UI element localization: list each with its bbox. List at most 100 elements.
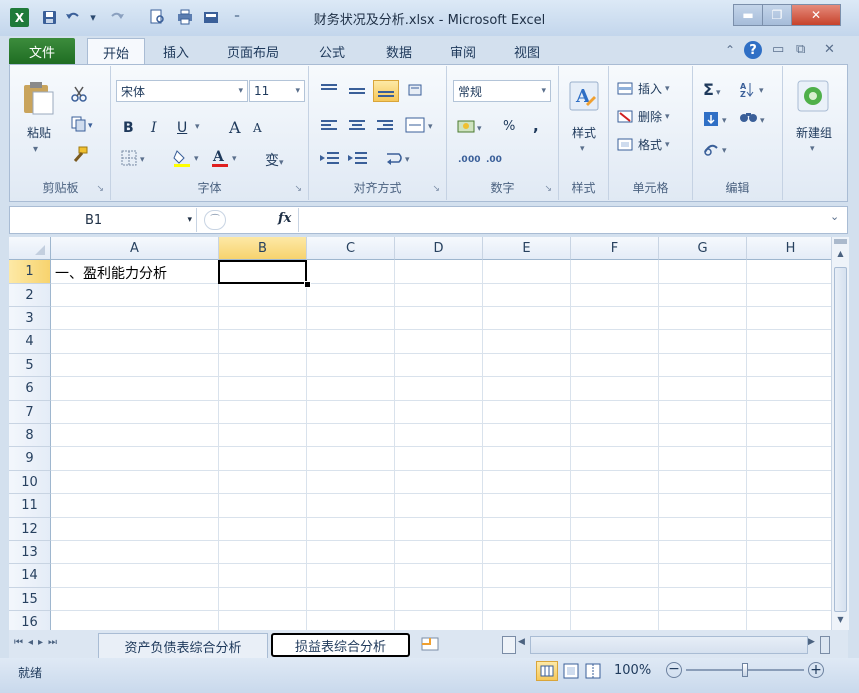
fill-handle[interactable]	[304, 281, 311, 288]
page-layout-view-icon[interactable]	[562, 662, 580, 683]
fill-color-icon[interactable]: ▾	[173, 148, 203, 171]
close-button[interactable]: ✕	[791, 4, 841, 26]
autosum-dropdown-icon[interactable]: ▾	[716, 88, 721, 98]
tab-review[interactable]: 审阅	[436, 38, 490, 64]
styles-button[interactable]: 样式	[559, 124, 609, 141]
zoom-out-button[interactable]: −	[666, 662, 682, 678]
underline-button[interactable]: U	[177, 120, 187, 136]
delete-dropdown-icon[interactable]: ▾	[665, 112, 670, 122]
maximize-button[interactable]: ❐	[762, 4, 792, 26]
paste-dropdown-icon[interactable]: ▾	[33, 144, 38, 155]
insert-sheet-icon[interactable]	[420, 635, 442, 656]
font-color-icon[interactable]: A ▾	[211, 148, 241, 171]
column-header-a[interactable]: A	[51, 237, 219, 260]
vertical-scrollbar[interactable]: ▲ ▼	[831, 237, 849, 630]
cell-a1[interactable]: 一、盈利能力分析	[55, 263, 167, 283]
bold-button[interactable]: B	[123, 120, 134, 136]
find-select-icon[interactable]: ▾	[739, 110, 771, 131]
wrap-text-icon[interactable]: ▾	[385, 150, 415, 169]
font-name-dropdown-icon[interactable]: ▾	[238, 86, 243, 96]
tab-home[interactable]: 开始	[87, 38, 145, 65]
minimize-ribbon-icon[interactable]: ⌃	[722, 42, 738, 58]
minimize-button[interactable]: ▬	[733, 4, 763, 26]
row-header-7[interactable]: 7	[9, 401, 51, 424]
row-header-5[interactable]: 5	[9, 354, 51, 377]
wen-dropdown-icon[interactable]: ▾	[279, 158, 284, 168]
percent-button[interactable]: %	[503, 119, 515, 134]
workbook-restore-icon[interactable]: ⧉	[796, 42, 805, 57]
comma-button[interactable]: ,	[533, 117, 539, 135]
zoom-slider-thumb[interactable]	[742, 663, 748, 677]
wen-button[interactable]: 变▾	[265, 150, 284, 170]
align-right-icon[interactable]	[375, 118, 395, 137]
dialog-launcher-icon[interactable]: ↘	[96, 184, 104, 194]
tab-page-layout[interactable]: 页面布局	[216, 38, 290, 64]
insert-cells-button[interactable]: 插入 ▾	[617, 80, 670, 97]
copy-icon[interactable]: ▾	[71, 116, 95, 135]
column-header-e[interactable]: E	[483, 237, 571, 260]
column-header-f[interactable]: F	[571, 237, 659, 260]
accounting-format-icon[interactable]: ▾	[457, 118, 487, 139]
expand-formula-bar-icon[interactable]: ⌄	[830, 210, 839, 223]
row-header-8[interactable]: 8	[9, 424, 51, 447]
align-top-icon[interactable]	[319, 82, 339, 101]
row-header-15[interactable]: 15	[9, 588, 51, 611]
row-header-3[interactable]: 3	[9, 307, 51, 330]
horizontal-scrollbar[interactable]	[530, 636, 808, 654]
column-header-d[interactable]: D	[395, 237, 483, 260]
underline-dropdown-icon[interactable]: ▾	[195, 122, 200, 132]
select-all-button[interactable]	[9, 237, 51, 260]
row-header-11[interactable]: 11	[9, 494, 51, 518]
row-header-9[interactable]: 9	[9, 447, 51, 471]
column-header-c[interactable]: C	[307, 237, 395, 260]
delete-cells-button[interactable]: 删除 ▾	[617, 108, 670, 125]
active-cell-b1[interactable]	[218, 260, 307, 284]
normal-view-button[interactable]	[536, 661, 558, 681]
name-box-dropdown-icon[interactable]: ▾	[187, 215, 192, 225]
font-size-dropdown-icon[interactable]: ▾	[295, 86, 300, 96]
column-header-h[interactable]: H	[747, 237, 831, 260]
new-group-dropdown-icon[interactable]: ▾	[810, 144, 815, 154]
worksheet-grid[interactable]: A B C D E F G H 1 2 3 4 5 6 7 8 9 10 11 …	[9, 237, 831, 630]
dialog-launcher-icon[interactable]: ↘	[432, 184, 440, 194]
autosum-button[interactable]: Σ ▾	[703, 80, 720, 99]
zoom-level[interactable]: 100%	[614, 663, 651, 678]
scroll-left-icon[interactable]: ◀	[518, 637, 525, 647]
formula-cancel-icon[interactable]: ⁀	[204, 210, 226, 230]
hscroll-split-box[interactable]	[820, 636, 830, 654]
shrink-font-button[interactable]: A	[253, 121, 262, 135]
dialog-launcher-icon[interactable]: ↘	[544, 184, 552, 194]
column-header-g[interactable]: G	[659, 237, 747, 260]
paste-button[interactable]: 粘贴	[22, 124, 56, 141]
tab-formulas[interactable]: 公式	[304, 38, 360, 64]
scroll-up-icon[interactable]: ▲	[834, 249, 847, 263]
row-header-1[interactable]: 1	[9, 260, 51, 284]
font-size-combo[interactable]: 11 ▾	[249, 80, 305, 102]
format-cells-button[interactable]: 格式 ▾	[617, 136, 670, 153]
paste-icon[interactable]	[21, 80, 55, 115]
formula-input[interactable]	[298, 208, 827, 232]
row-header-4[interactable]: 4	[9, 330, 51, 354]
merge-center-icon[interactable]: ▾	[405, 116, 437, 137]
align-left-icon[interactable]	[319, 118, 339, 137]
new-group-button[interactable]: 新建组	[783, 124, 845, 141]
tab-view[interactable]: 视图	[500, 38, 554, 64]
number-format-combo[interactable]: 常规 ▾	[453, 80, 551, 102]
borders-icon[interactable]: ▾	[121, 150, 149, 169]
decrease-indent-icon[interactable]	[319, 150, 341, 169]
align-bottom-icon[interactable]	[373, 80, 399, 102]
row-header-16[interactable]: 16	[9, 611, 51, 630]
row-header-10[interactable]: 10	[9, 471, 51, 494]
tab-split-handle[interactable]	[502, 636, 516, 654]
sheet-tab-income[interactable]: 损益表综合分析	[271, 633, 410, 657]
page-break-view-icon[interactable]	[584, 662, 602, 683]
fill-icon[interactable]: ▾	[703, 110, 733, 131]
dialog-launcher-icon[interactable]: ↘	[294, 184, 302, 194]
align-middle-icon[interactable]	[347, 82, 367, 101]
number-format-dropdown-icon[interactable]: ▾	[541, 86, 546, 96]
increase-indent-icon[interactable]	[347, 150, 369, 169]
scroll-thumb[interactable]	[834, 267, 847, 612]
tab-file[interactable]: 文件	[9, 38, 75, 64]
help-icon[interactable]: ?	[744, 41, 762, 59]
row-header-12[interactable]: 12	[9, 518, 51, 541]
